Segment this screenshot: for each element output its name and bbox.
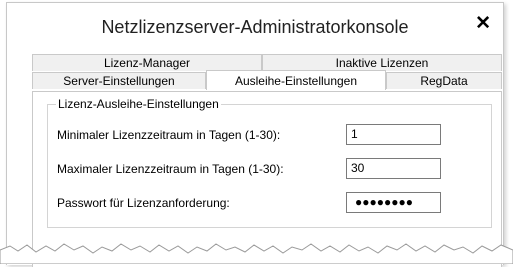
torn-edge xyxy=(0,243,513,264)
password-label: Passwort für Lizenzanforderung: xyxy=(57,196,230,210)
group-legend: Lizenz-Ausleihe-Einstellungen xyxy=(56,97,221,111)
min-period-label: Minimaler Lizenzzeitraum in Tagen (1-30)… xyxy=(57,128,281,142)
tab-lizenz-manager[interactable]: Lizenz-Manager xyxy=(32,54,262,71)
tab-regdata[interactable]: RegData xyxy=(386,72,502,89)
tab-server-einstellungen[interactable]: Server-Einstellungen xyxy=(32,72,206,89)
tab-inaktive-lizenzen[interactable]: Inaktive Lizenzen xyxy=(262,54,502,71)
password-input[interactable]: ●●●●●●●● xyxy=(346,192,441,213)
close-button[interactable]: ✕ xyxy=(475,14,491,33)
window-title: Netzlizenzserver-Administratorkonsole xyxy=(101,17,409,37)
tab-strip: Lizenz-Manager Inaktive Lizenzen Server-… xyxy=(32,54,502,90)
max-period-input[interactable]: 30 xyxy=(346,158,441,179)
min-period-input[interactable]: 1 xyxy=(346,124,441,145)
tab-ausleihe-einstellungen[interactable]: Ausleihe-Einstellungen xyxy=(206,70,386,90)
max-period-label: Maximaler Lizenzzeitraum in Tagen (1-30)… xyxy=(57,162,284,176)
tab-row-2: Server-Einstellungen Ausleihe-Einstellun… xyxy=(32,70,502,90)
lizenz-ausleihe-group: Lizenz-Ausleihe-Einstellungen Minimaler … xyxy=(47,97,492,228)
dialog-window: Netzlizenzserver-Administratorkonsole ✕ … xyxy=(6,2,504,267)
